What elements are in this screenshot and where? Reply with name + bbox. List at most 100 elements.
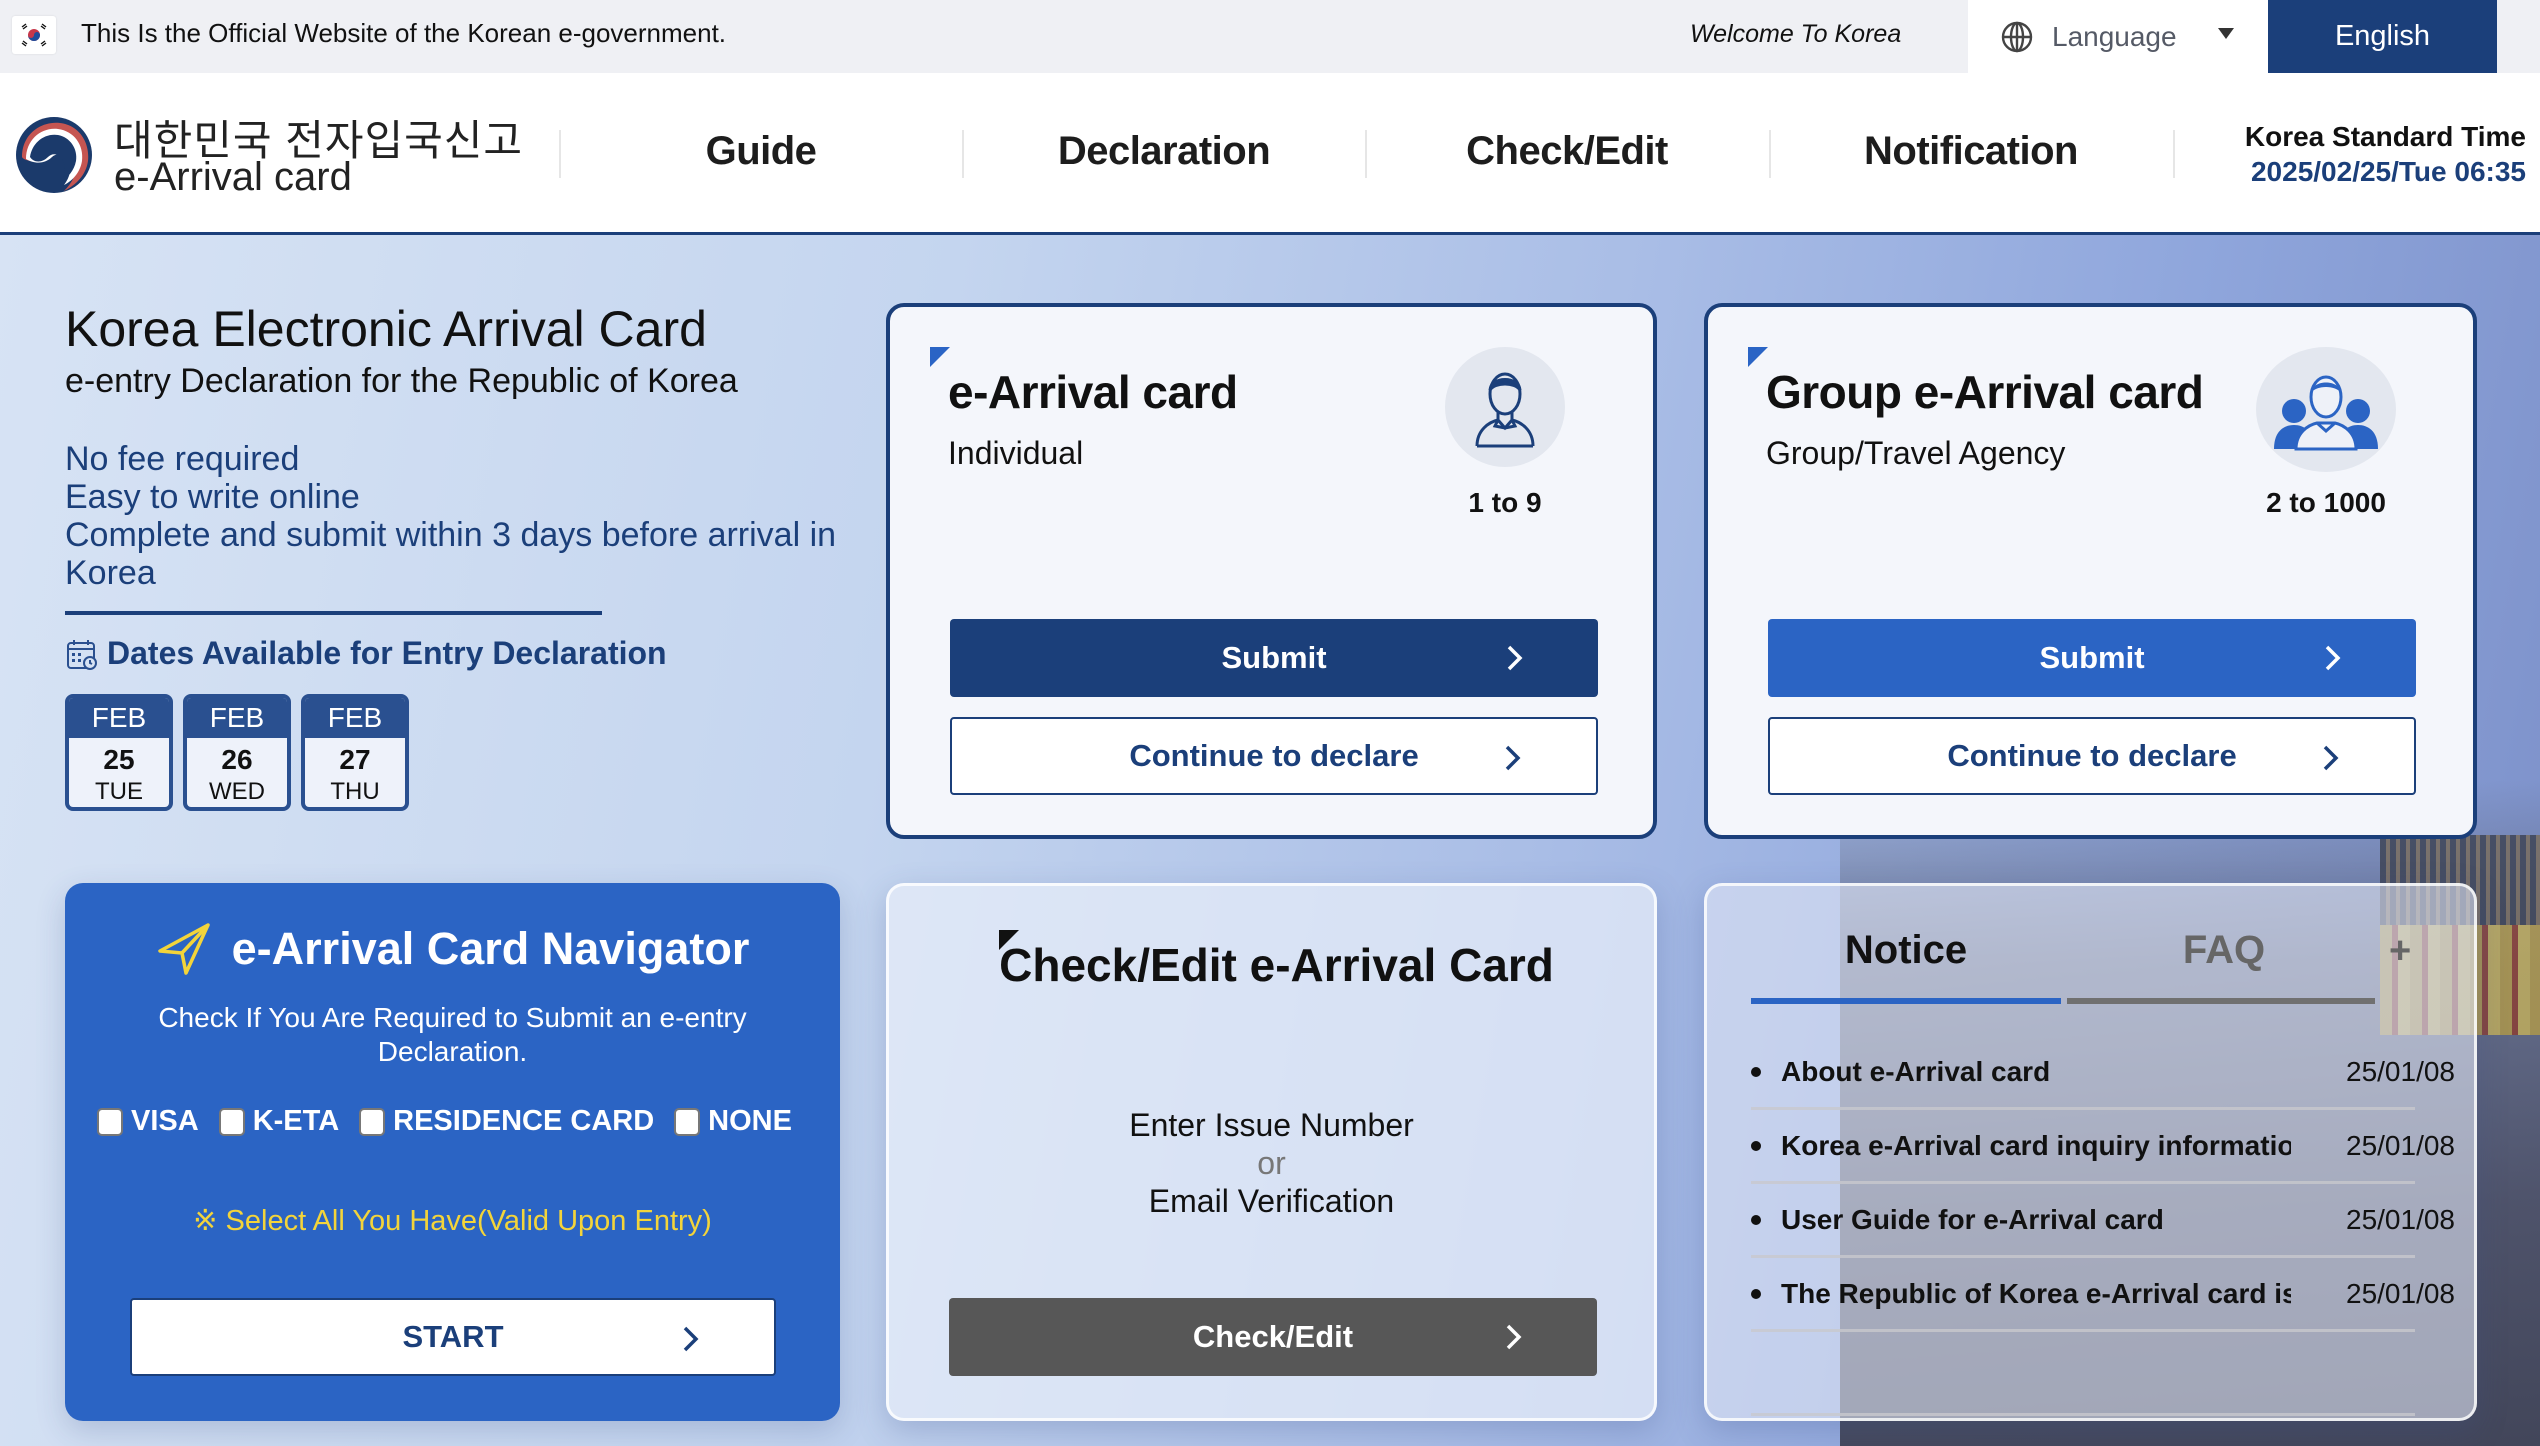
chevron-right-icon	[1507, 645, 1523, 671]
notice-date: 25/01/08	[2346, 1277, 2455, 1309]
individual-continue-button[interactable]: Continue to declare	[950, 717, 1598, 795]
intro-title: Korea Electronic Arrival Card	[65, 301, 707, 357]
nav-notification[interactable]: Notification	[1771, 129, 2171, 174]
bullet-icon	[1751, 1066, 1761, 1077]
or-text: or	[1257, 1145, 1286, 1181]
card-subtitle: Group/Travel Agency	[1766, 435, 2066, 471]
dates-heading-text: Dates Available for Entry Declaration	[107, 635, 667, 671]
intro-points: No fee required Easy to write online Com…	[65, 440, 845, 592]
group-people-icon	[2256, 347, 2396, 472]
notice-date: 25/01/08	[2346, 1055, 2455, 1087]
start-button[interactable]: START	[130, 1298, 776, 1376]
email-verification-text: Email Verification	[1148, 1183, 1395, 1219]
group-range: 2 to 1000	[2266, 487, 2386, 518]
nav-check-edit[interactable]: Check/Edit	[1367, 129, 1767, 174]
navigator-description: Check If You Are Required to Submit an e…	[158, 1002, 747, 1067]
individual-arrival-card: e-Arrival card Individual 1 to 9 Submit …	[886, 303, 1657, 839]
notice-faq-card: Notice FAQ + About e-Arrival card 25/01/…	[1704, 883, 2477, 1421]
individual-submit-button[interactable]: Submit	[950, 619, 1598, 697]
date-card: FEB 27 THU	[301, 694, 409, 811]
notice-item[interactable]: Korea e-Arrival card inquiry information…	[1751, 1110, 2455, 1184]
navigator-heading: e-Arrival Card Navigator	[65, 921, 840, 977]
tab-notice[interactable]: Notice	[1751, 928, 2061, 973]
nav-declaration[interactable]: Declaration	[964, 129, 1364, 174]
globe-icon	[2001, 21, 2033, 52]
time-zone-label: Korea Standard Time	[2244, 121, 2526, 152]
paper-plane-icon	[157, 923, 210, 975]
nav-divider	[2173, 130, 2175, 178]
checkbox-label: RESIDENCE CARD	[393, 1105, 655, 1137]
date-day: 26	[221, 744, 253, 775]
notice-date: 25/01/08	[2346, 1203, 2455, 1235]
intro-point: Complete and submit within 3 days before…	[65, 516, 837, 592]
group-continue-button[interactable]: Continue to declare	[1768, 717, 2416, 795]
main-area: Korea Electronic Arrival Card e-entry De…	[0, 235, 2540, 1446]
welcome-text: Welcome To Korea	[1690, 20, 1902, 48]
notice-title[interactable]: Korea e-Arrival card inquiry information	[1781, 1130, 2291, 1162]
intro-divider	[65, 611, 602, 615]
person-range: 1 to 9	[1468, 487, 1542, 518]
notice-item[interactable]: User Guide for e-Arrival card 25/01/08	[1751, 1184, 2455, 1258]
checkbox[interactable]	[359, 1107, 386, 1136]
card-title: Group e-Arrival card	[1766, 366, 2204, 418]
checkbox-residence-card[interactable]: RESIDENCE CARD	[359, 1105, 654, 1138]
checkbox[interactable]	[97, 1107, 123, 1136]
check-edit-button[interactable]: Check/Edit	[949, 1298, 1597, 1376]
chevron-right-icon	[683, 1326, 699, 1352]
nav-guide[interactable]: Guide	[561, 129, 961, 174]
notice-title[interactable]: User Guide for e-Arrival card	[1781, 1204, 2291, 1236]
checkbox[interactable]	[218, 1107, 245, 1136]
check-edit-title: Check/Edit e-Arrival Card	[999, 939, 1554, 991]
intro-point: Easy to write online	[65, 478, 360, 516]
date-day: 25	[103, 744, 135, 775]
date-month: FEB	[305, 698, 405, 738]
inactive-tab-indicator	[2067, 998, 2375, 1004]
checkbox-none[interactable]: NONE	[674, 1105, 792, 1138]
corner-marker-icon	[930, 347, 950, 367]
tab-faq[interactable]: FAQ	[2069, 928, 2379, 973]
notice-date: 25/01/08	[2346, 1129, 2455, 1161]
checkbox-k-eta[interactable]: K-ETA	[218, 1105, 339, 1138]
group-submit-button[interactable]: Submit	[1768, 619, 2416, 697]
checkbox[interactable]	[674, 1107, 701, 1136]
government-emblem-logo[interactable]	[12, 113, 96, 197]
top-bar: This Is the Official Website of the Kore…	[0, 0, 2540, 73]
continue-label: Continue to declare	[1129, 738, 1419, 773]
notice-title[interactable]: The Republic of Korea e-Arrival card is …	[1781, 1278, 2291, 1310]
current-language-button[interactable]: English	[2268, 0, 2497, 73]
checkbox-visa[interactable]: VISA	[97, 1105, 199, 1138]
active-tab-indicator	[1751, 998, 2061, 1004]
arrival-card-navigator: e-Arrival Card Navigator Check If You Ar…	[65, 883, 840, 1421]
checkbox-label: VISA	[131, 1105, 199, 1137]
notice-list: About e-Arrival card 25/01/08 Korea e-Ar…	[1751, 1036, 2455, 1416]
date-card: FEB 25 TUE	[65, 694, 173, 811]
check-edit-card: Check/Edit e-Arrival Card Enter Issue Nu…	[886, 883, 1657, 1421]
notice-title[interactable]: About e-Arrival card	[1781, 1056, 2291, 1088]
continue-label: Continue to declare	[1947, 738, 2237, 773]
site-header: 대한민국 전자입국신고 e-Arrival card Guide Declara…	[0, 73, 2540, 235]
notice-empty-row	[1751, 1332, 2415, 1416]
language-label: Language	[2052, 20, 2177, 52]
date-weekday: WED	[209, 778, 265, 805]
individual-person-icon	[1445, 347, 1565, 467]
dates-heading: Dates Available for Entry Declaration	[65, 635, 667, 672]
notice-item[interactable]: The Republic of Korea e-Arrival card is …	[1751, 1258, 2455, 1332]
language-selector[interactable]: Language	[1968, 0, 2268, 73]
check-edit-label: Check/Edit	[1192, 1319, 1354, 1354]
navigator-title: e-Arrival Card Navigator	[231, 923, 750, 974]
group-arrival-card: Group e-Arrival card Group/Travel Agency…	[1704, 303, 2477, 839]
more-button[interactable]: +	[2389, 930, 2411, 973]
start-label: START	[402, 1319, 504, 1354]
submit-label: Submit	[2039, 640, 2145, 675]
date-month: FEB	[69, 698, 169, 738]
corner-marker-icon	[1748, 347, 1768, 367]
chevron-right-icon	[2325, 645, 2341, 671]
card-title: e-Arrival card	[948, 366, 1238, 418]
chevron-right-icon	[1506, 1324, 1522, 1350]
bullet-icon	[1751, 1140, 1761, 1151]
date-month: FEB	[187, 698, 287, 738]
notice-item[interactable]: About e-Arrival card 25/01/08	[1751, 1036, 2455, 1110]
card-subtitle: Individual	[948, 435, 1084, 471]
date-card: FEB 26 WED	[183, 694, 291, 811]
submit-label: Submit	[1221, 640, 1327, 675]
